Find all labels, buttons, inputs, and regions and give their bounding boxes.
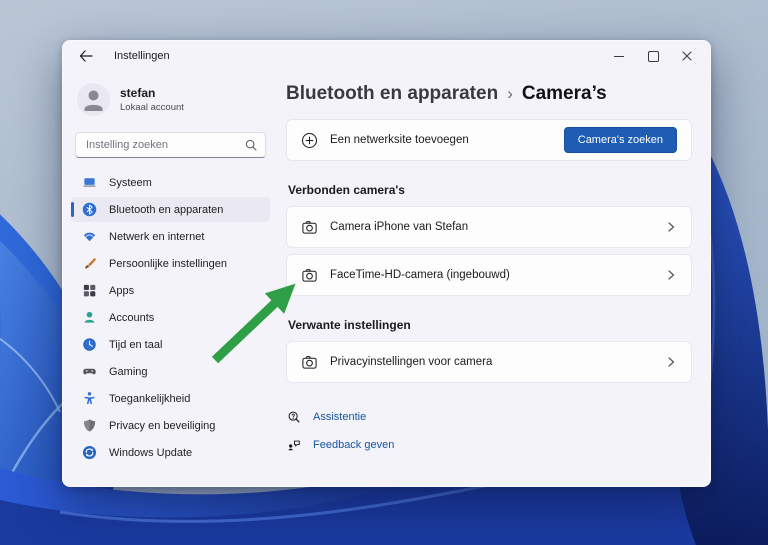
sidebar-item-windows-update[interactable]: Windows Update [71, 440, 270, 465]
bluetooth-icon [81, 202, 97, 218]
camera-item-iphone[interactable]: Camera iPhone van Stefan [286, 206, 692, 248]
camera-icon [301, 219, 318, 236]
update-icon [81, 445, 97, 461]
camera-item-label: Camera iPhone van Stefan [330, 221, 469, 233]
chevron-right-icon [668, 270, 675, 280]
page-title: Camera’s [521, 83, 607, 104]
related-settings-section-title: Verwante instellingen [288, 318, 411, 332]
camera-icon [301, 267, 318, 284]
sidebar-item-toegankelijkheid[interactable]: Toegankelijkheid [71, 386, 270, 411]
sidebar-item-label: Systeem [109, 176, 152, 189]
maximize-button[interactable] [636, 41, 670, 71]
feedback-icon [286, 437, 301, 452]
sidebar: stefan Lokaal account Systeem [63, 71, 278, 488]
wifi-icon [81, 229, 97, 245]
back-button[interactable] [78, 48, 94, 64]
breadcrumb-parent[interactable]: Bluetooth en apparaten [286, 83, 498, 105]
main-content: Bluetooth en apparaten › Camera’s Een ne… [278, 71, 710, 488]
accessibility-icon [81, 391, 97, 407]
sidebar-item-privacy-en-beveiliging[interactable]: Privacy en beveiliging [71, 413, 270, 438]
search-icon [245, 139, 257, 151]
camera-item-label: FaceTime-HD-camera (ingebouwd) [330, 269, 510, 281]
camera-icon [301, 354, 318, 371]
person-silhouette-icon [84, 90, 103, 111]
footer-links: Assistentie Feedback geven [286, 409, 692, 452]
search-input[interactable] [84, 138, 245, 152]
minimize-button[interactable] [602, 41, 636, 71]
profile-account-type: Lokaal account [120, 102, 184, 113]
sidebar-item-label: Persoonlijke instellingen [109, 257, 228, 270]
sidebar-item-accounts[interactable]: Accounts [71, 305, 270, 330]
window-title: Instellingen [114, 50, 170, 62]
sidebar-item-label: Bluetooth en apparaten [109, 203, 224, 216]
paintbrush-icon [81, 256, 97, 272]
add-circle-icon [301, 132, 318, 149]
sidebar-item-apps[interactable]: Apps [71, 278, 270, 303]
laptop-icon [81, 175, 97, 191]
search-cameras-button[interactable]: Camera's zoeken [563, 127, 677, 153]
breadcrumb: Bluetooth en apparaten › Camera’s [286, 83, 692, 105]
help-link-label: Assistentie [313, 410, 367, 423]
sidebar-nav: Systeem Bluetooth en apparaten Netwerk e… [71, 170, 270, 465]
add-network-card: Een netwerksite toevoegen Camera's zoeke… [286, 119, 692, 161]
settings-search-box[interactable] [75, 132, 266, 158]
chevron-right-icon [668, 357, 675, 367]
sidebar-item-netwerk-en-internet[interactable]: Netwerk en internet [71, 224, 270, 249]
maximize-icon [647, 50, 659, 62]
person-icon [81, 310, 97, 326]
sidebar-item-label: Privacy en beveiliging [109, 419, 216, 432]
profile-section[interactable]: stefan Lokaal account [77, 83, 264, 116]
active-accent-bar [71, 202, 74, 217]
avatar [77, 83, 110, 116]
profile-name: stefan [120, 86, 156, 100]
sidebar-item-systeem[interactable]: Systeem [71, 170, 270, 195]
privacy-settings-label: Privacyinstellingen voor camera [330, 356, 493, 368]
sidebar-item-label: Apps [109, 284, 135, 297]
sidebar-item-label: Accounts [109, 311, 155, 324]
connected-cameras-section-title: Verbonden camera's [288, 183, 405, 197]
sidebar-item-persoonlijke-instellingen[interactable]: Persoonlijke instellingen [71, 251, 270, 276]
minimize-icon [614, 55, 624, 57]
sidebar-item-label: Toegankelijkheid [109, 392, 191, 405]
sidebar-item-label: Tijd en taal [109, 338, 163, 351]
help-icon [286, 409, 301, 424]
feedback-link[interactable]: Feedback geven [286, 437, 692, 452]
breadcrumb-separator: › [507, 84, 513, 103]
sidebar-item-tijd-en-taal[interactable]: Tijd en taal [71, 332, 270, 357]
titlebar: Instellingen [63, 41, 710, 71]
sidebar-item-gaming[interactable]: Gaming [71, 359, 270, 384]
apps-grid-icon [81, 283, 97, 299]
close-icon [682, 51, 692, 61]
close-button[interactable] [670, 41, 704, 71]
sidebar-item-label: Windows Update [109, 446, 193, 459]
clock-icon [81, 337, 97, 353]
sidebar-item-label: Gaming [109, 365, 148, 378]
settings-window: Instellingen stefan Lokaal account Inste… [62, 40, 711, 487]
sidebar-item-label: Netwerk en internet [109, 230, 205, 243]
camera-item-facetime[interactable]: FaceTime-HD-camera (ingebouwd) [286, 254, 692, 296]
chevron-right-icon [668, 222, 675, 232]
sidebar-item-bluetooth-en-apparaten[interactable]: Bluetooth en apparaten [71, 197, 270, 222]
shield-icon [81, 418, 97, 434]
gamepad-icon [81, 364, 97, 380]
help-link[interactable]: Assistentie [286, 409, 692, 424]
add-network-label: Een netwerksite toevoegen [330, 134, 469, 146]
feedback-link-label: Feedback geven [313, 438, 395, 451]
back-arrow-icon [79, 50, 93, 62]
camera-privacy-settings-item[interactable]: Privacyinstellingen voor camera [286, 341, 692, 383]
